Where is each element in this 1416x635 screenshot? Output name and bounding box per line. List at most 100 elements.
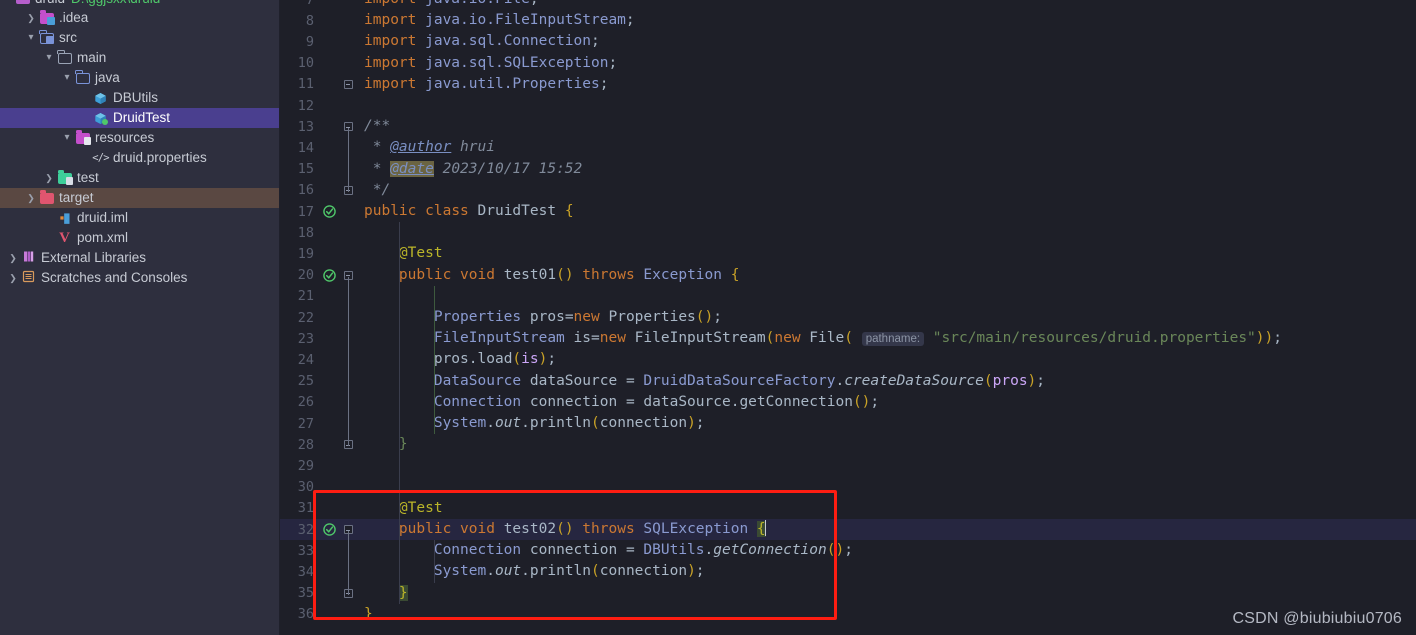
code-line[interactable]: 33 Connection connection = DBUtils.getCo…	[280, 540, 1416, 561]
tree-row-src[interactable]: ▾ src	[0, 28, 279, 48]
gutter-slot	[318, 31, 340, 52]
chevron-down-icon[interactable]: ▾	[42, 53, 56, 63]
line-number: 25	[297, 373, 314, 390]
tree-row-idea[interactable]: ❯ .idea	[0, 8, 279, 28]
gutter-slot	[318, 371, 340, 392]
tree-row-druidtest[interactable]: DruidTest	[0, 108, 279, 128]
code-text: public class DruidTest {	[364, 203, 574, 219]
ide-window: ▾ druid D:\ggjsxx\druid ❯.idea▾src▾main▾…	[0, 0, 1416, 635]
line-number: 9	[305, 33, 314, 50]
code-line[interactable]: 23 FileInputStream is=new FileInputStrea…	[280, 328, 1416, 349]
code-line[interactable]: 11 import java.util.Properties;	[280, 74, 1416, 95]
code-line[interactable]: 34 System.out.println(connection);	[280, 561, 1416, 582]
tree-row-scratches-and-consoles[interactable]: ❯ Scratches and Consoles	[0, 268, 279, 288]
chevron-down-icon[interactable]: ▾	[60, 73, 74, 83]
chevron-right-icon[interactable]: ❯	[24, 13, 38, 23]
line-number: 16	[297, 182, 314, 199]
code-line[interactable]: 20 public void test01() throws Exception…	[280, 265, 1416, 286]
indent-guide	[398, 222, 400, 604]
line-number: 28	[297, 436, 314, 453]
chevron-right-icon[interactable]: ❯	[6, 253, 20, 263]
line-number: 27	[297, 415, 314, 432]
tree-row-target[interactable]: ❯ target	[0, 188, 279, 208]
tree-row-external-libraries[interactable]: ❯ External Libraries	[0, 248, 279, 268]
line-number: 20	[297, 267, 314, 284]
code-line[interactable]: 14 * @author hrui	[280, 137, 1416, 158]
code-line[interactable]: 7 import java.io.File;	[280, 0, 1416, 10]
code-line[interactable]: 35 }	[280, 583, 1416, 604]
code-line[interactable]: 13 /**	[280, 116, 1416, 137]
code-line[interactable]: 17 public class DruidTest {	[280, 201, 1416, 222]
code-line[interactable]: 15 * @date 2023/10/17 15:52	[280, 159, 1416, 180]
tree-row-dbutils[interactable]: DBUtils	[0, 88, 279, 108]
code-text: public void test01() throws Exception {	[398, 266, 740, 283]
gutter-slot	[318, 455, 340, 476]
line-number: 23	[297, 330, 314, 347]
tree-row-main[interactable]: ▾ main	[0, 48, 279, 68]
gutter-slot	[318, 349, 340, 370]
code-fold-handle[interactable]	[340, 74, 356, 95]
code-editor[interactable]: 7 import java.io.File; 8 import java.io.Fil…	[280, 0, 1416, 635]
chevron-right-icon[interactable]: ❯	[24, 193, 38, 203]
code-text: Connection connection = dataSource.getCo…	[433, 393, 880, 410]
chevron-right-icon[interactable]: ❯	[6, 273, 20, 283]
code-line[interactable]: 27 System.out.println(connection);	[280, 413, 1416, 434]
gutter-slot	[318, 222, 340, 243]
run-test-gutter-icon[interactable]	[318, 519, 340, 540]
code-line[interactable]: 9 import java.sql.Connection;	[280, 31, 1416, 52]
code-line[interactable]: 26 Connection connection = dataSource.ge…	[280, 392, 1416, 413]
code-line[interactable]: 30	[280, 477, 1416, 498]
fold-slot	[340, 604, 356, 625]
code-line[interactable]: 18	[280, 222, 1416, 243]
java-class-icon	[92, 91, 109, 106]
chevron-down-icon[interactable]: ▾	[24, 33, 38, 43]
code-line[interactable]: 31 @Test	[280, 498, 1416, 519]
tree-row-project-root[interactable]: ▾ druid D:\ggjsxx\druid	[0, 0, 279, 8]
tree-item-label: Scratches and Consoles	[41, 270, 188, 285]
line-number: 12	[297, 97, 314, 114]
line-number: 13	[297, 118, 314, 135]
tree-row-java[interactable]: ▾ java	[0, 68, 279, 88]
code-line[interactable]: 22 Properties pros=new Properties();	[280, 307, 1416, 328]
editor-lines[interactable]: 7 import java.io.File; 8 import java.io.Fil…	[280, 0, 1416, 635]
gutter-slot	[318, 583, 340, 604]
tree-row-pom-xml[interactable]: Vpom.xml	[0, 228, 279, 248]
line-number: 8	[305, 12, 314, 29]
project-tool-window[interactable]: ▾ druid D:\ggjsxx\druid ❯.idea▾src▾main▾…	[0, 0, 280, 635]
line-number: 24	[297, 351, 314, 368]
test-folder-icon	[56, 170, 73, 186]
line-number: 10	[297, 55, 314, 72]
fold-slot	[340, 455, 356, 476]
code-text: Properties pros=new Properties();	[433, 309, 722, 325]
chevron-right-icon[interactable]: ❯	[42, 173, 56, 183]
gutter-slot	[318, 180, 340, 201]
code-line[interactable]: 10 import java.sql.SQLException;	[280, 53, 1416, 74]
code-line[interactable]: 12	[280, 95, 1416, 116]
code-text: FileInputStream is=new FileInputStream(n…	[433, 329, 1282, 346]
code-line[interactable]: 28 }	[280, 434, 1416, 455]
tree-row-resources[interactable]: ▾ resources	[0, 128, 279, 148]
code-text: @Test	[398, 499, 443, 516]
code-text: import java.sql.SQLException;	[364, 54, 618, 71]
run-test-gutter-icon[interactable]	[318, 201, 340, 222]
run-test-gutter-icon[interactable]	[318, 265, 340, 286]
code-line[interactable]: 19 @Test	[280, 243, 1416, 264]
code-line[interactable]: 29	[280, 455, 1416, 476]
code-text: */	[364, 181, 391, 198]
code-line[interactable]: 32 public void test02() throws SQLExcept…	[280, 519, 1416, 541]
tree-item-label: druid.iml	[77, 210, 129, 225]
gutter-slot	[318, 159, 340, 180]
tree-row-druid-properties[interactable]: </> druid.properties	[0, 148, 279, 168]
code-line[interactable]: 21	[280, 286, 1416, 307]
chevron-down-icon[interactable]: ▾	[0, 0, 14, 3]
code-line[interactable]: 16 */	[280, 180, 1416, 201]
chevron-down-icon[interactable]: ▾	[60, 133, 74, 143]
code-line[interactable]: 8 import java.io.FileInputStream;	[280, 10, 1416, 31]
tree-row-test[interactable]: ❯ test	[0, 168, 279, 188]
tree-row-druid-iml[interactable]: ▪▮ druid.iml	[0, 208, 279, 228]
code-line[interactable]: 24 pros.load(is);	[280, 349, 1416, 370]
code-line[interactable]: 25 DataSource dataSource = DruidDataSour…	[280, 371, 1416, 392]
line-number: 17	[297, 203, 314, 220]
fold-slot	[340, 477, 356, 498]
properties-file-icon: </>	[92, 152, 109, 164]
